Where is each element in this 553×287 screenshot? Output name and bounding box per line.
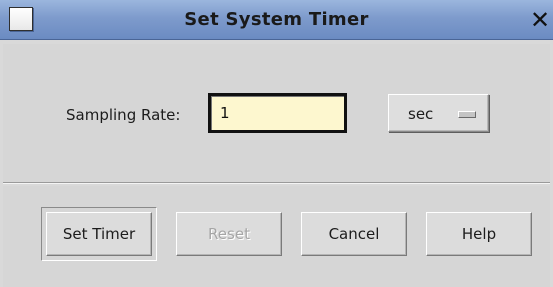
unit-selected-value: sec bbox=[408, 105, 434, 123]
option-menu-indicator-icon bbox=[458, 111, 476, 118]
unit-option-menu[interactable]: sec bbox=[388, 94, 489, 132]
reset-button[interactable]: Reset bbox=[176, 212, 282, 256]
set-timer-button[interactable]: Set Timer bbox=[46, 212, 152, 256]
close-icon[interactable]: ✕ bbox=[527, 0, 553, 40]
button-panel: Set Timer Reset Cancel Help bbox=[3, 186, 550, 287]
set-system-timer-dialog: Set System Timer ✕ Sampling Rate: sec Se… bbox=[0, 0, 553, 287]
title-bar[interactable]: Set System Timer ✕ bbox=[0, 0, 553, 40]
settings-panel: Sampling Rate: sec bbox=[3, 44, 550, 184]
window-title: Set System Timer bbox=[184, 9, 369, 30]
sampling-rate-label: Sampling Rate: bbox=[66, 106, 181, 124]
cancel-button[interactable]: Cancel bbox=[301, 212, 407, 256]
help-button[interactable]: Help bbox=[426, 212, 532, 256]
sampling-rate-input[interactable] bbox=[208, 93, 347, 133]
